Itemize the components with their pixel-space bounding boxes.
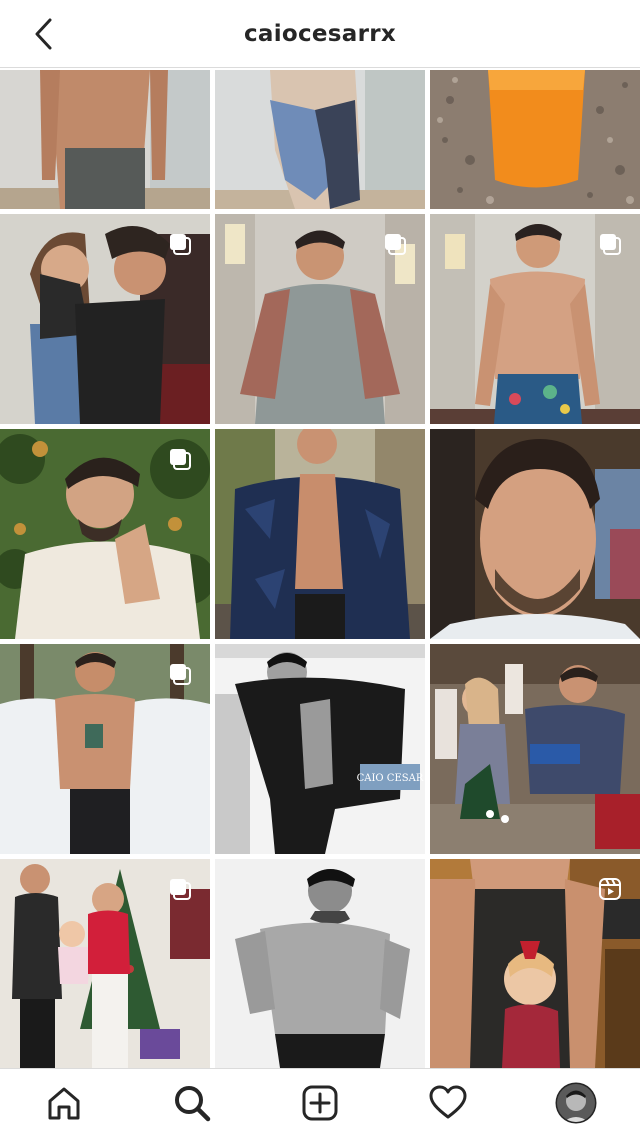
post-tile[interactable]: [0, 644, 210, 854]
carousel-icon: [170, 234, 191, 255]
carousel-icon: [600, 234, 621, 255]
post-tile[interactable]: [0, 70, 210, 209]
post-tile[interactable]: [215, 70, 425, 209]
carousel-icon: [170, 879, 191, 900]
post-image: CAIO CESAR: [215, 644, 425, 854]
post-image: [215, 429, 425, 639]
bottom-navigation: [0, 1068, 640, 1138]
home-icon: [48, 1087, 80, 1120]
posts-grid: CAIO CESAR: [0, 70, 640, 1068]
post-tile[interactable]: [0, 214, 210, 424]
nav-profile-button[interactable]: [552, 1079, 600, 1127]
post-image: [215, 70, 425, 209]
nav-search-button[interactable]: [168, 1079, 216, 1127]
nav-activity-button[interactable]: [424, 1079, 472, 1127]
post-tile[interactable]: [430, 429, 640, 639]
carousel-icon: [170, 449, 191, 470]
post-tile[interactable]: [430, 859, 640, 1068]
post-image: [430, 429, 640, 639]
post-tile[interactable]: [215, 859, 425, 1068]
post-tile[interactable]: [0, 429, 210, 639]
post-tile[interactable]: CAIO CESAR: [215, 644, 425, 854]
post-tile[interactable]: [215, 429, 425, 639]
post-tile[interactable]: [430, 644, 640, 854]
carousel-icon: [170, 664, 191, 685]
post-image: [430, 70, 640, 209]
profile-avatar: [555, 1082, 597, 1124]
post-tile[interactable]: [430, 70, 640, 209]
post-tile[interactable]: [215, 214, 425, 424]
post-image: [0, 70, 210, 209]
carousel-icon: [385, 234, 406, 255]
post-tile[interactable]: [0, 859, 210, 1068]
new-post-icon: [302, 1085, 338, 1121]
post-image: [215, 859, 425, 1068]
profile-username-title: caiocesarrx: [243, 21, 397, 47]
reels-icon: [599, 878, 621, 900]
nav-new-post-button[interactable]: [296, 1079, 344, 1127]
post-tile[interactable]: [430, 214, 640, 424]
activity-heart-icon: [429, 1085, 467, 1119]
top-bar: caiocesarrx: [0, 0, 640, 68]
magazine-caption: CAIO CESAR: [357, 773, 424, 784]
search-icon: [175, 1086, 211, 1122]
post-image: [430, 644, 640, 854]
nav-home-button[interactable]: [40, 1079, 88, 1127]
